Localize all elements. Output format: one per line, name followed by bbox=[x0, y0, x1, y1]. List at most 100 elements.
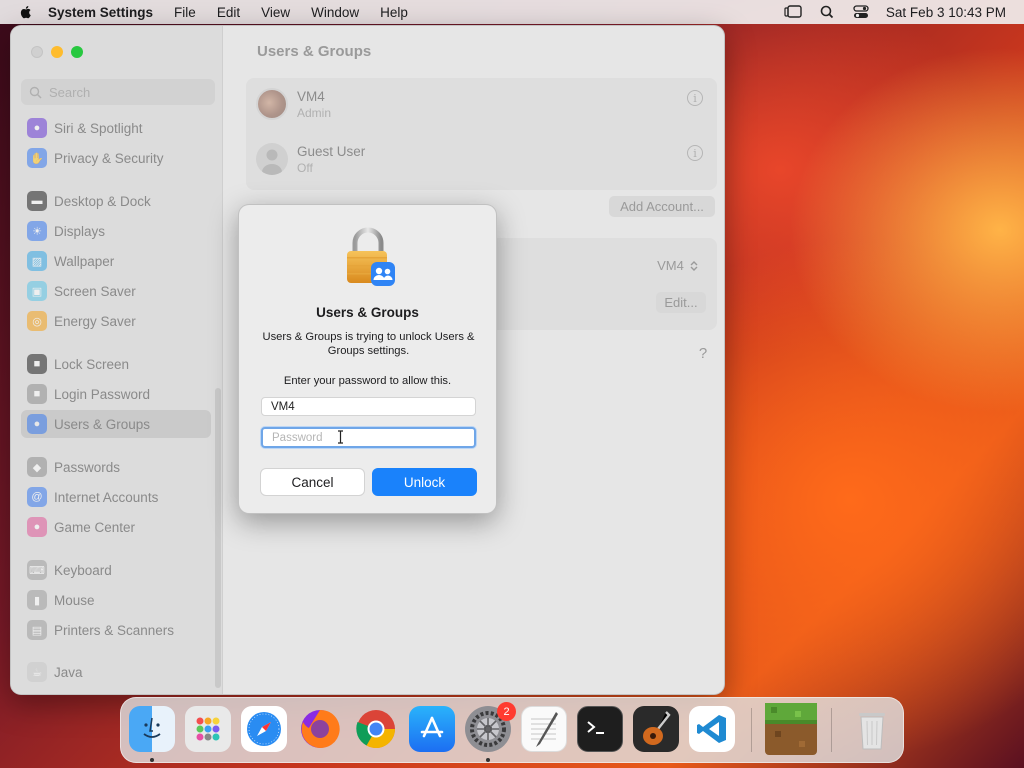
safari-icon[interactable] bbox=[241, 706, 287, 752]
finder-icon[interactable] bbox=[129, 706, 175, 752]
sidebar-item-label: Screen Saver bbox=[54, 283, 136, 299]
trash-icon[interactable] bbox=[849, 706, 895, 752]
key-icon: ◆ bbox=[27, 457, 47, 477]
sidebar-item-label: Internet Accounts bbox=[54, 489, 159, 505]
menu-window[interactable]: Window bbox=[311, 5, 359, 20]
user-name: VM4 bbox=[297, 88, 325, 104]
menu-file[interactable]: File bbox=[174, 5, 196, 20]
user-role: Off bbox=[297, 160, 313, 175]
password-field[interactable] bbox=[261, 427, 476, 448]
guest-avatar-icon bbox=[256, 143, 288, 175]
sidebar-item-desktop-dock[interactable]: ▬ Desktop & Dock bbox=[21, 187, 211, 215]
keyboard-icon: ⌨ bbox=[27, 560, 47, 580]
user-name: Guest User bbox=[297, 143, 366, 159]
garageband-icon[interactable] bbox=[633, 706, 679, 752]
sidebar-item-displays[interactable]: ☀ Displays bbox=[21, 217, 211, 245]
at-icon: @ bbox=[27, 487, 47, 507]
printer-icon: ▤ bbox=[27, 620, 47, 640]
dialog-title: Users & Groups bbox=[316, 305, 419, 320]
user-row-vm4[interactable]: VM4 Admin bbox=[256, 88, 331, 120]
edit-button[interactable]: Edit... bbox=[656, 292, 706, 313]
sidebar-item-privacy-security[interactable]: ✋ Privacy & Security bbox=[21, 144, 211, 172]
sidebar-item-users-groups[interactable]: ● Users & Groups bbox=[21, 410, 211, 438]
chrome-icon[interactable] bbox=[353, 706, 399, 752]
menu-app-name[interactable]: System Settings bbox=[48, 5, 153, 20]
sidebar-item-label: Desktop & Dock bbox=[54, 193, 151, 209]
user-info-button-vm4[interactable]: i bbox=[687, 90, 703, 106]
textedit-icon[interactable] bbox=[521, 706, 567, 752]
sidebar-item-label: Passwords bbox=[54, 459, 121, 475]
dialog-prompt: Enter your password to allow this. bbox=[283, 375, 452, 387]
close-button[interactable] bbox=[31, 46, 43, 58]
dock-icon: ▬ bbox=[27, 191, 47, 211]
app-store-icon[interactable] bbox=[409, 706, 455, 752]
sidebar-item-label: Users & Groups bbox=[54, 416, 151, 432]
hand-icon: ✋ bbox=[27, 148, 47, 168]
control-center-icon[interactable] bbox=[852, 5, 870, 19]
minimize-button[interactable] bbox=[51, 46, 63, 58]
menu-edit[interactable]: Edit bbox=[217, 5, 240, 20]
sidebar-item-game-center[interactable]: ● Game Center bbox=[21, 513, 211, 541]
sidebar-item-label: Printers & Scanners bbox=[54, 622, 175, 638]
sidebar-item-siri-spotlight[interactable]: ● Siri & Spotlight bbox=[21, 114, 211, 142]
spotlight-search-icon[interactable] bbox=[818, 5, 836, 19]
wallpaper-icon: ▨ bbox=[27, 251, 47, 271]
minecraft-icon[interactable] bbox=[765, 703, 817, 755]
sidebar-item-label: Siri & Spotlight bbox=[54, 120, 143, 136]
game-center-icon: ● bbox=[27, 517, 47, 537]
menu-clock[interactable]: Sat Feb 3 10:43 PM bbox=[886, 5, 1006, 20]
sidebar-item-energy-saver[interactable]: ◎ Energy Saver bbox=[21, 307, 211, 335]
java-icon: ☕ bbox=[27, 662, 47, 682]
launchpad-icon[interactable] bbox=[185, 706, 231, 752]
zoom-button[interactable] bbox=[71, 46, 83, 58]
add-account-button[interactable]: Add Account... bbox=[609, 196, 715, 217]
terminal-icon[interactable] bbox=[577, 706, 623, 752]
stage-manager-icon[interactable] bbox=[784, 5, 802, 19]
settings-running-indicator bbox=[486, 758, 490, 762]
menu-view[interactable]: View bbox=[261, 5, 290, 20]
sidebar-search-input[interactable]: Search bbox=[21, 79, 215, 105]
sidebar-item-label: Privacy & Security bbox=[54, 150, 164, 166]
auto-login-select[interactable]: VM4 bbox=[649, 255, 707, 276]
sidebar-item-label: Lock Screen bbox=[54, 356, 130, 372]
users-icon: ● bbox=[27, 414, 47, 434]
sidebar-item-keyboard[interactable]: ⌨ Keyboard bbox=[21, 556, 211, 584]
username-field[interactable] bbox=[261, 397, 476, 416]
user-row-guest[interactable]: Guest User Off bbox=[256, 143, 365, 175]
unlock-button[interactable]: Unlock bbox=[372, 468, 477, 496]
sidebar-item-mouse[interactable]: ▮ Mouse bbox=[21, 586, 211, 614]
auto-login-value: VM4 bbox=[657, 258, 684, 273]
vscode-icon[interactable] bbox=[689, 706, 735, 752]
siri-icon: ● bbox=[27, 118, 47, 138]
screen-saver-icon: ▣ bbox=[27, 281, 47, 301]
sidebar-item-label: Java bbox=[54, 664, 83, 680]
sidebar-scrollbar[interactable] bbox=[215, 388, 221, 688]
finder-running-indicator bbox=[150, 758, 154, 762]
apple-logo-icon[interactable] bbox=[18, 4, 34, 20]
firefox-icon[interactable] bbox=[297, 706, 343, 752]
sidebar-item-internet-accounts[interactable]: @ Internet Accounts bbox=[21, 483, 211, 511]
user-role: Admin bbox=[297, 105, 332, 120]
sidebar-item-label: Mouse bbox=[54, 592, 95, 608]
user-info-button-guest[interactable]: i bbox=[687, 145, 703, 161]
lock-icon: ■ bbox=[27, 354, 47, 374]
dock-separator bbox=[831, 708, 832, 752]
lock-icon: ■ bbox=[27, 384, 47, 404]
page-title: Users & Groups bbox=[257, 43, 372, 60]
sidebar-item-login-password[interactable]: ■ Login Password bbox=[21, 380, 211, 408]
sidebar-item-passwords[interactable]: ◆ Passwords bbox=[21, 453, 211, 481]
sidebar-item-printers-scanners[interactable]: ▤ Printers & Scanners bbox=[21, 616, 211, 644]
help-button[interactable]: ? bbox=[692, 342, 714, 364]
sidebar-item-label: Displays bbox=[54, 223, 106, 239]
text-cursor-icon bbox=[338, 430, 343, 444]
sidebar-item-java[interactable]: ☕ Java bbox=[21, 658, 211, 686]
cancel-button[interactable]: Cancel bbox=[260, 468, 365, 496]
sidebar-item-wallpaper[interactable]: ▨ Wallpaper bbox=[21, 247, 211, 275]
chevron-updown-icon bbox=[690, 260, 698, 271]
sidebar-item-screen-saver[interactable]: ▣ Screen Saver bbox=[21, 277, 211, 305]
sidebar-item-lock-screen[interactable]: ■ Lock Screen bbox=[21, 350, 211, 378]
mouse-icon: ▮ bbox=[27, 590, 47, 610]
menu-help[interactable]: Help bbox=[380, 5, 408, 20]
sun-icon: ☀ bbox=[27, 221, 47, 241]
sidebar: Search ● Siri & Spotlight ✋ Privacy & Secur… bbox=[11, 26, 223, 694]
